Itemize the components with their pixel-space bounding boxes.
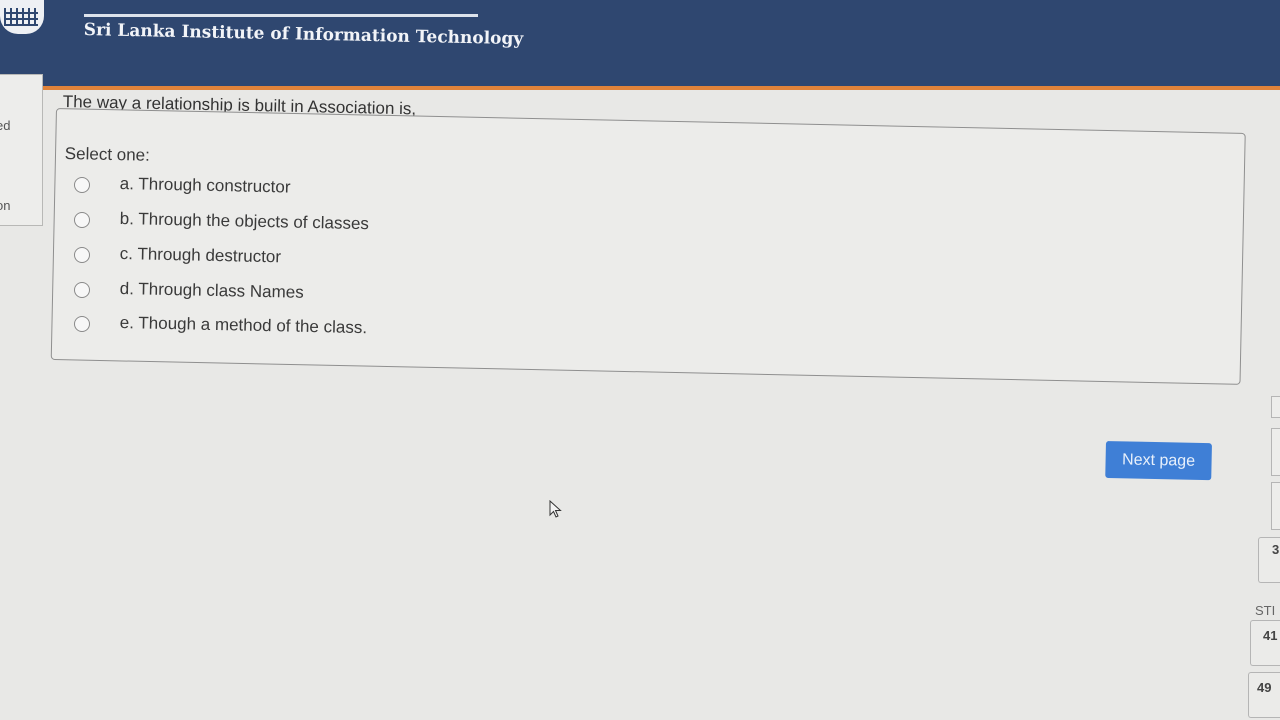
logo-grid-icon <box>4 8 38 26</box>
select-one-prompt: Select one: <box>64 144 151 165</box>
quiz-nav-edge[interactable] <box>1271 396 1280 418</box>
next-page-button[interactable]: Next page <box>1105 441 1212 481</box>
header-rule <box>84 14 478 17</box>
radio-button[interactable] <box>74 177 90 193</box>
institute-logo[interactable] <box>0 0 44 34</box>
quiz-nav-number: 49 <box>1257 680 1272 695</box>
quiz-nav-edge[interactable] <box>1271 482 1280 530</box>
quiz-nav-button[interactable]: 49 <box>1248 672 1280 718</box>
radio-button[interactable] <box>74 247 90 263</box>
quiz-nav-edge[interactable] <box>1271 428 1280 476</box>
option-label: c. Through destructor <box>119 244 282 267</box>
quiz-nav-button[interactable]: 3 <box>1258 537 1280 583</box>
left-sidebar-text: ed <box>0 118 11 133</box>
radio-button[interactable] <box>74 282 90 298</box>
left-sidebar-panel: ed on <box>0 74 43 226</box>
radio-button[interactable] <box>74 212 90 228</box>
site-header: Sri Lanka Institute of Information Techn… <box>0 0 1280 90</box>
quiz-nav-number: 3 <box>1272 542 1280 557</box>
left-sidebar-text: on <box>0 198 11 213</box>
mouse-cursor-icon <box>549 500 562 518</box>
institute-name: Sri Lanka Institute of Information Techn… <box>83 20 524 50</box>
option-label: d. Through class Names <box>119 279 304 302</box>
quiz-nav-button[interactable]: 41 <box>1250 620 1280 666</box>
quiz-nav-number: 41 <box>1263 628 1278 643</box>
quiz-nav-heading: STI <box>1255 603 1276 618</box>
option-label: a. Through constructor <box>119 174 291 197</box>
radio-button[interactable] <box>74 316 90 332</box>
